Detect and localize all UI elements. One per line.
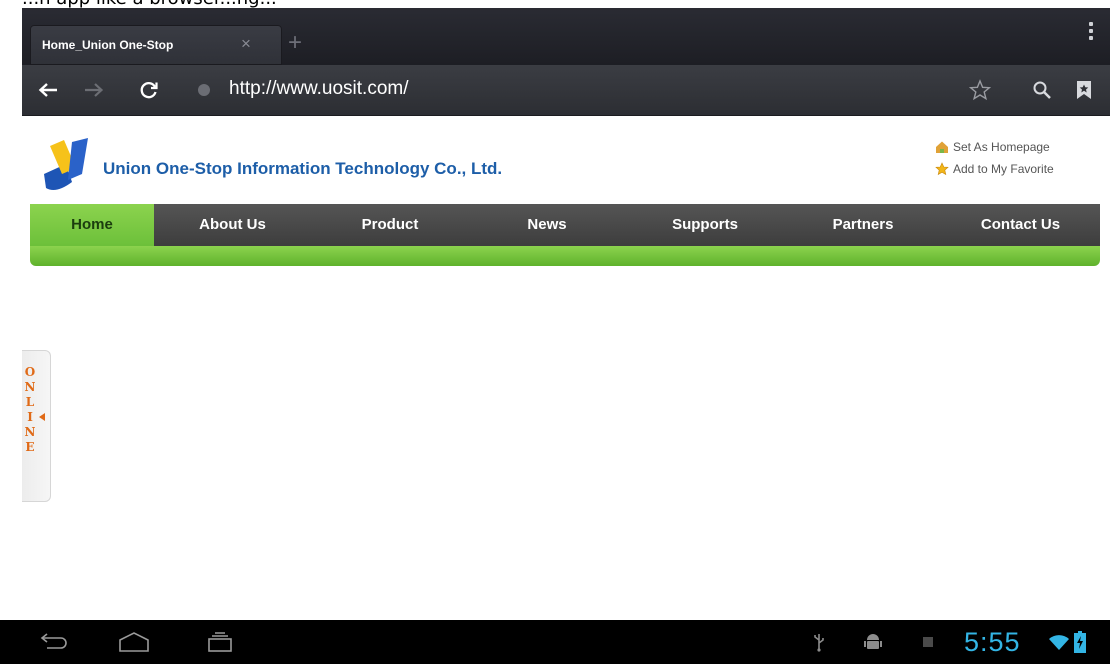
url-field[interactable]: http://www.uosit.com/ <box>229 78 409 100</box>
home-icon <box>935 140 949 154</box>
company-name: Union One-Stop Information Technology Co… <box>103 159 503 178</box>
android-debug-icon <box>864 620 882 664</box>
nav-partners[interactable]: Partners <box>785 204 941 246</box>
nav-about-us[interactable]: About Us <box>154 204 311 246</box>
back-icon[interactable] <box>32 626 76 658</box>
online-service-tab[interactable]: O N L I N E <box>22 350 51 502</box>
add-favorite-label: Add to My Favorite <box>953 162 1054 176</box>
expand-arrow-icon <box>39 413 45 421</box>
reload-icon[interactable] <box>129 65 169 115</box>
set-homepage-link[interactable]: Set As Homepage <box>935 136 1054 158</box>
nav-supports[interactable]: Supports <box>625 204 785 246</box>
add-favorite-link[interactable]: Add to My Favorite <box>935 158 1054 180</box>
bookmark-star-icon[interactable] <box>960 65 1000 115</box>
site-info-icon[interactable] <box>198 84 210 96</box>
tab-close-icon[interactable]: × <box>235 33 257 55</box>
forward-arrow-icon[interactable] <box>74 65 114 115</box>
overflow-menu-icon[interactable] <box>1086 20 1096 46</box>
browser-tab-strip: Home_Union One-Stop × + <box>22 8 1110 65</box>
nav-green-strip <box>30 246 1100 266</box>
tab-title: Home_Union One-Stop <box>42 38 174 52</box>
main-nav: Home About Us Product News Supports Part… <box>30 204 1100 246</box>
browser-tab[interactable]: Home_Union One-Stop × <box>30 25 282 65</box>
search-icon[interactable] <box>1022 65 1062 115</box>
back-arrow-icon[interactable] <box>28 65 68 115</box>
nav-product[interactable]: Product <box>311 204 469 246</box>
nav-news[interactable]: News <box>469 204 625 246</box>
notification-icon <box>922 620 934 664</box>
system-navigation-bar: 5:55 <box>0 620 1110 664</box>
online-label: O N L I N E <box>24 365 36 454</box>
battery-icon <box>1074 620 1086 664</box>
company-logo <box>36 138 98 194</box>
caption-fragment: ...n app like a browser...ng... <box>22 0 322 8</box>
browser-toolbar: http://www.uosit.com/ <box>22 65 1110 116</box>
web-page: Union One-Stop Information Technology Co… <box>22 116 1110 620</box>
bookmarks-icon[interactable] <box>1064 65 1104 115</box>
caption-text: ...n app like a browser...ng... <box>22 0 277 8</box>
home-button-icon[interactable] <box>112 626 156 658</box>
top-links: Set As Homepage Add to My Favorite <box>935 136 1054 180</box>
nav-contact-us[interactable]: Contact Us <box>941 204 1100 246</box>
set-homepage-label: Set As Homepage <box>953 140 1050 154</box>
clock: 5:55 <box>964 627 1021 657</box>
wifi-icon <box>1048 620 1070 664</box>
recent-apps-icon[interactable] <box>198 626 242 658</box>
usb-icon <box>812 620 826 664</box>
star-icon <box>935 162 949 176</box>
new-tab-icon[interactable]: + <box>280 28 310 58</box>
nav-home[interactable]: Home <box>30 204 154 246</box>
